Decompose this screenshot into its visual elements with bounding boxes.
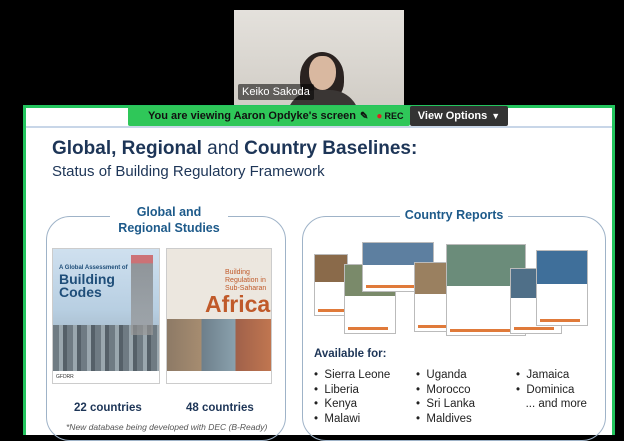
list-item: • Uganda — [416, 369, 467, 381]
global-studies-title: Global and Regional Studies — [110, 204, 228, 236]
view-options-label: View Options — [417, 110, 488, 122]
rec-label: REC — [384, 111, 404, 121]
title-part-3: Country Baselines: — [244, 138, 418, 159]
list-item: • Liberia — [314, 383, 359, 396]
list-item: • Maldives — [416, 412, 472, 425]
list-item: • Sri Lanka — [416, 398, 476, 410]
list-item: • Dominica — [516, 383, 575, 396]
country-list-col2: • Uganda • Morocco • Sri Lanka • Maldive… — [416, 368, 475, 426]
participant-name-tag: Keiko Sakoda — [238, 84, 314, 100]
title-part-1: Global, Regional — [52, 138, 202, 159]
report-covers-collage — [314, 240, 590, 340]
chevron-down-icon: ▼ — [491, 111, 501, 121]
pin-icon[interactable]: ✎ — [360, 111, 368, 122]
global-assessment-cover: A Global Assessment of Building Codes GF… — [52, 248, 160, 384]
title-part-2: and — [201, 138, 245, 159]
shared-slide: Global, Regional and Country Baselines: … — [26, 126, 612, 441]
cover2-photos — [167, 319, 271, 373]
country-reports-title: Country Reports — [400, 208, 508, 222]
screen-share-banner: You are viewing Aaron Opdyke's screen ✎ … — [128, 106, 410, 126]
list-item: • Jamaica — [516, 369, 570, 381]
report-cover — [314, 254, 348, 316]
slide-title: Global, Regional and Country Baselines: — [52, 138, 417, 160]
global-count: 22 countries — [74, 402, 142, 414]
cover2-big-title: Africa — [205, 291, 271, 317]
database-note: *New database being developed with DEC (… — [66, 422, 268, 432]
list-item: • Malawi — [314, 412, 361, 425]
list-item: • Kenya — [314, 398, 358, 410]
country-list-col1: • Sierra Leone • Liberia • Kenya • Malaw… — [314, 368, 390, 426]
record-dot-icon: ● — [376, 110, 383, 122]
list-item: • Sierra Leone — [314, 369, 391, 381]
country-list-col3: • Jamaica • Dominica ... and more — [516, 368, 587, 412]
slide-subtitle: Status of Building Regulatory Framework — [52, 163, 325, 180]
cover2-small-title: Building Regulation in Sub-Saharan — [225, 269, 267, 292]
view-options-button[interactable]: View Options ▼ — [410, 106, 508, 126]
list-item: ... and more — [525, 398, 587, 410]
africa-count: 48 countries — [186, 402, 254, 414]
cover1-logo-strip: GFDRR — [53, 371, 159, 383]
list-item: • Morocco — [416, 383, 471, 396]
report-cover — [536, 250, 588, 326]
cover2-logo-strip — [167, 371, 271, 383]
slide-top-rule — [26, 126, 612, 128]
cover1-big-title: Building Codes — [59, 271, 115, 300]
viewing-text: You are viewing Aaron Opdyke's screen — [148, 110, 357, 122]
africa-report-cover: Building Regulation in Sub-Saharan Afric… — [166, 248, 272, 384]
available-for-label: Available for: — [314, 348, 387, 360]
participant-video-tile[interactable]: Keiko Sakoda — [234, 10, 404, 106]
